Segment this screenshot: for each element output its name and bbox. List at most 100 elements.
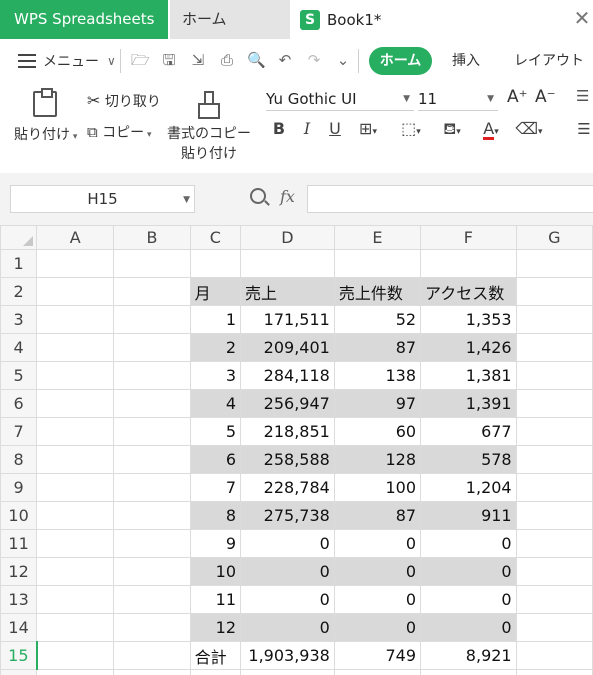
access-count-cell[interactable]: 0: [420, 585, 517, 614]
row-header[interactable]: 11: [0, 529, 38, 558]
borders-button[interactable]: ⊞▾: [354, 118, 382, 140]
cell[interactable]: [113, 529, 191, 558]
sales-cell[interactable]: 284,118: [240, 361, 335, 390]
row-header[interactable]: 2: [0, 277, 38, 306]
sales-count-cell[interactable]: 0: [333, 613, 422, 642]
cell[interactable]: [113, 557, 191, 586]
row-header[interactable]: 15: [0, 641, 38, 670]
cell[interactable]: [113, 389, 191, 418]
month-cell[interactable]: 7: [189, 473, 242, 502]
month-cell[interactable]: 9: [189, 529, 242, 558]
sales-cell[interactable]: 256,947: [240, 389, 335, 418]
sales-cell[interactable]: 171,511: [240, 305, 335, 334]
header-cell-month[interactable]: 月: [189, 277, 242, 306]
format-painter-label-1[interactable]: 書式のコピー: [167, 123, 251, 143]
sales-cell[interactable]: 0: [240, 585, 335, 614]
sales-cell[interactable]: 209,401: [240, 333, 335, 362]
sales-count-cell[interactable]: 97: [333, 389, 422, 418]
access-count-cell[interactable]: 0: [420, 613, 517, 642]
access-count-cell[interactable]: 911: [420, 501, 517, 530]
total-access-cell[interactable]: 8,921: [420, 641, 517, 670]
sales-cell[interactable]: 0: [240, 529, 335, 558]
total-sales-cell[interactable]: 1,903,938: [240, 641, 335, 670]
cell[interactable]: [333, 249, 422, 278]
customize-chevron-icon[interactable]: ⌄: [334, 51, 352, 69]
cell[interactable]: [515, 389, 593, 418]
access-count-cell[interactable]: 1,204: [420, 473, 517, 502]
cell[interactable]: [36, 557, 115, 586]
cell[interactable]: [113, 641, 191, 670]
access-count-cell[interactable]: 1,353: [420, 305, 517, 334]
menu-button[interactable]: メニュー ∨: [18, 49, 116, 73]
cell[interactable]: [113, 249, 191, 278]
cell[interactable]: [515, 473, 593, 502]
header-cell-sales[interactable]: 売上: [240, 277, 335, 306]
month-cell[interactable]: 2: [189, 333, 242, 362]
zoom-icon[interactable]: [250, 188, 266, 204]
cell[interactable]: [515, 501, 593, 530]
cell-style-button[interactable]: ⬚▾: [395, 118, 427, 140]
row-header[interactable]: 8: [0, 445, 38, 474]
format-painter-icon[interactable]: [198, 91, 220, 119]
sales-cell[interactable]: 218,851: [240, 417, 335, 446]
open-folder-icon[interactable]: 🗁: [131, 51, 150, 69]
cell[interactable]: [36, 641, 115, 670]
month-cell[interactable]: 11: [189, 585, 242, 614]
ribbon-tab-layout[interactable]: レイアウト: [514, 47, 584, 75]
cell[interactable]: [515, 333, 593, 362]
cell[interactable]: [420, 249, 517, 278]
sales-cell[interactable]: 0: [240, 557, 335, 586]
cell[interactable]: [36, 305, 115, 334]
row-header[interactable]: 3: [0, 305, 38, 334]
total-count-cell[interactable]: 749: [333, 641, 422, 670]
cell[interactable]: [36, 529, 115, 558]
cell[interactable]: [189, 249, 242, 278]
cell[interactable]: [36, 445, 115, 474]
cell[interactable]: [113, 361, 191, 390]
name-box[interactable]: H15 ▼: [10, 185, 195, 213]
cell[interactable]: [36, 669, 115, 675]
cell[interactable]: [113, 501, 191, 530]
ribbon-tab-insert[interactable]: 挿入: [452, 47, 480, 75]
header-cell-access-count[interactable]: アクセス数: [420, 277, 517, 306]
cell[interactable]: [36, 277, 115, 306]
access-count-cell[interactable]: 0: [420, 529, 517, 558]
sales-count-cell[interactable]: 87: [333, 501, 422, 530]
sales-cell[interactable]: 0: [240, 613, 335, 642]
cell[interactable]: [36, 585, 115, 614]
cell[interactable]: [515, 557, 593, 586]
sales-count-cell[interactable]: 138: [333, 361, 422, 390]
cell[interactable]: [333, 669, 422, 675]
increase-font-size-icon[interactable]: A⁺: [507, 87, 528, 107]
font-size-select[interactable]: 11 ▼: [418, 87, 498, 111]
cell[interactable]: [515, 613, 593, 642]
ribbon-tab-home[interactable]: ホーム: [369, 47, 432, 75]
row-header[interactable]: 5: [0, 361, 38, 390]
bold-button[interactable]: B: [270, 118, 288, 140]
row-header[interactable]: 16: [0, 669, 38, 675]
access-count-cell[interactable]: 677: [420, 417, 517, 446]
close-icon[interactable]: ✕: [570, 6, 593, 30]
save-icon[interactable]: 🖫: [160, 51, 178, 69]
column-header-a[interactable]: A: [36, 225, 115, 250]
cell[interactable]: [36, 361, 115, 390]
month-cell[interactable]: 4: [189, 389, 242, 418]
month-cell[interactable]: 12: [189, 613, 242, 642]
select-all-corner[interactable]: [0, 225, 38, 250]
cell[interactable]: [515, 529, 593, 558]
decrease-font-size-icon[interactable]: A⁻: [535, 87, 556, 107]
cell[interactable]: [420, 669, 517, 675]
row-header[interactable]: 9: [0, 473, 38, 502]
paste-button[interactable]: 貼り付け ▾: [14, 124, 77, 144]
redo-icon[interactable]: ↷: [305, 51, 323, 69]
format-painter-label-2[interactable]: 貼り付け: [181, 143, 237, 163]
italic-button[interactable]: I: [298, 118, 316, 140]
column-header-g[interactable]: G: [515, 225, 593, 250]
cut-button[interactable]: ✂ 切り取り: [87, 91, 161, 111]
sales-count-cell[interactable]: 128: [333, 445, 422, 474]
cell[interactable]: [189, 669, 242, 675]
row-header[interactable]: 14: [0, 613, 38, 642]
clear-format-button[interactable]: ⌫▾: [514, 118, 544, 140]
cell[interactable]: [515, 669, 593, 675]
sales-count-cell[interactable]: 60: [333, 417, 422, 446]
